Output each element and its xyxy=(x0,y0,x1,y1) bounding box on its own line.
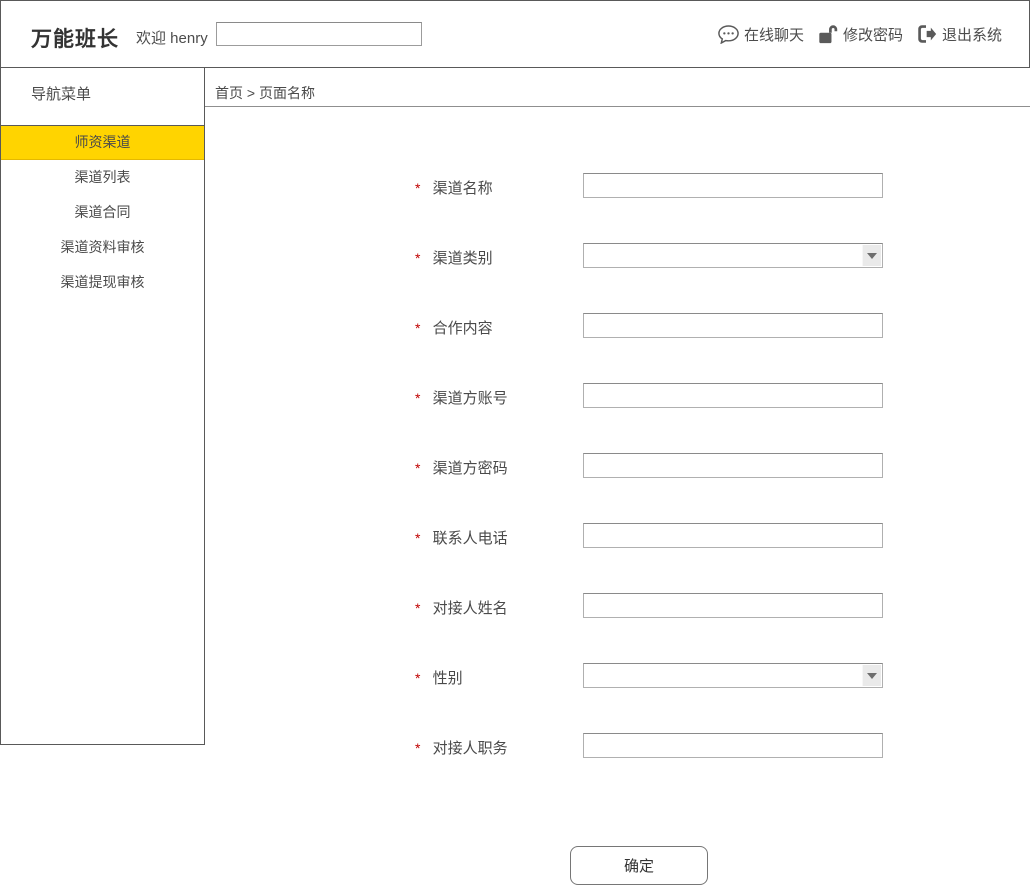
button-row: 确定 xyxy=(205,846,1030,885)
lock-icon xyxy=(818,24,838,44)
field-label: * 对接人姓名 xyxy=(415,597,508,618)
field-label: * 渠道名称 xyxy=(415,177,493,198)
channel-form: * 渠道名称 * 渠道类别 * 合作内容 * 渠道方账号 * 渠道方密码 * xyxy=(205,173,1030,758)
sidebar-menu: 师资渠道渠道列表渠道合同渠道资料审核渠道提现审核 xyxy=(1,125,204,300)
logout-icon xyxy=(917,24,937,44)
required-asterisk: * xyxy=(415,670,420,686)
field-label: * 渠道类别 xyxy=(415,247,493,268)
form-field-row-6: * 联系人电话 xyxy=(205,523,1030,548)
chat-icon xyxy=(718,25,739,44)
sidebar-item-2[interactable]: 渠道列表 xyxy=(1,160,204,195)
chevron-down-icon[interactable] xyxy=(862,245,881,266)
confirm-button[interactable]: 确定 xyxy=(570,846,708,885)
field-label: * 渠道方账号 xyxy=(415,387,508,408)
header: 万能班长 欢迎 henry 在线聊天 修改密码 xyxy=(0,0,1030,68)
field-label-text: 对接人职务 xyxy=(433,740,508,757)
field-text-input[interactable] xyxy=(583,593,883,618)
online-chat-label: 在线聊天 xyxy=(744,24,804,45)
sidebar-item-3[interactable]: 渠道合同 xyxy=(1,195,204,230)
app-title: 万能班长 xyxy=(31,23,119,53)
form-field-row-2: * 渠道类别 xyxy=(205,243,1030,268)
field-label: * 对接人职务 xyxy=(415,737,508,758)
required-asterisk: * xyxy=(415,250,420,266)
online-chat-link[interactable]: 在线聊天 xyxy=(718,24,804,45)
required-asterisk: * xyxy=(415,460,420,476)
field-label-text: 渠道名称 xyxy=(433,180,493,197)
form-field-row-8: * 性别 xyxy=(205,663,1030,688)
field-label-text: 联系人电话 xyxy=(433,530,508,547)
sidebar-item-5[interactable]: 渠道提现审核 xyxy=(1,265,204,300)
field-label: * 合作内容 xyxy=(415,317,493,338)
logout-link[interactable]: 退出系统 xyxy=(917,24,1002,45)
page: 万能班长 欢迎 henry 在线聊天 修改密码 xyxy=(0,0,1030,886)
form-field-row-9: * 对接人职务 xyxy=(205,733,1030,758)
required-asterisk: * xyxy=(415,320,420,336)
breadcrumb-bar: 首页 > 页面名称 xyxy=(205,68,1030,107)
field-label-text: 渠道类别 xyxy=(433,250,493,267)
field-select[interactable] xyxy=(583,663,883,688)
sidebar-title: 导航菜单 xyxy=(31,83,91,104)
change-password-link[interactable]: 修改密码 xyxy=(818,24,903,45)
field-text-input[interactable] xyxy=(583,173,883,198)
field-label: * 性别 xyxy=(415,667,463,688)
field-text-input[interactable] xyxy=(583,383,883,408)
required-asterisk: * xyxy=(415,530,420,546)
field-text-input[interactable] xyxy=(583,313,883,338)
form-field-row-7: * 对接人姓名 xyxy=(205,593,1030,618)
field-text-input[interactable] xyxy=(583,453,883,478)
field-label-text: 合作内容 xyxy=(433,320,493,337)
field-label-text: 性别 xyxy=(433,670,463,687)
required-asterisk: * xyxy=(415,600,420,616)
form-field-row-1: * 渠道名称 xyxy=(205,173,1030,198)
change-password-label: 修改密码 xyxy=(843,24,903,45)
form-field-row-5: * 渠道方密码 xyxy=(205,453,1030,478)
field-select[interactable] xyxy=(583,243,883,268)
sidebar-item-4[interactable]: 渠道资料审核 xyxy=(1,230,204,265)
breadcrumb: 首页 > 页面名称 xyxy=(215,83,315,103)
main-content: 首页 > 页面名称 * 渠道名称 * 渠道类别 * 合作内容 * 渠道方账号 * xyxy=(205,68,1030,886)
required-asterisk: * xyxy=(415,390,420,406)
field-text-input[interactable] xyxy=(583,733,883,758)
header-actions: 在线聊天 修改密码 退出系统 xyxy=(704,1,1002,67)
required-asterisk: * xyxy=(415,180,420,196)
field-label: * 联系人电话 xyxy=(415,527,508,548)
field-label-text: 渠道方账号 xyxy=(433,390,508,407)
chevron-down-icon[interactable] xyxy=(862,665,881,686)
welcome-text: 欢迎 henry xyxy=(136,27,208,48)
required-asterisk: * xyxy=(415,740,420,756)
field-label-text: 对接人姓名 xyxy=(433,600,508,617)
sidebar: 导航菜单 师资渠道渠道列表渠道合同渠道资料审核渠道提现审核 xyxy=(0,68,205,745)
field-label: * 渠道方密码 xyxy=(415,457,508,478)
logout-label: 退出系统 xyxy=(942,24,1002,45)
field-text-input[interactable] xyxy=(583,523,883,548)
header-input[interactable] xyxy=(216,22,422,46)
sidebar-item-1[interactable]: 师资渠道 xyxy=(1,126,204,160)
form-field-row-4: * 渠道方账号 xyxy=(205,383,1030,408)
field-label-text: 渠道方密码 xyxy=(433,460,508,477)
form-field-row-3: * 合作内容 xyxy=(205,313,1030,338)
